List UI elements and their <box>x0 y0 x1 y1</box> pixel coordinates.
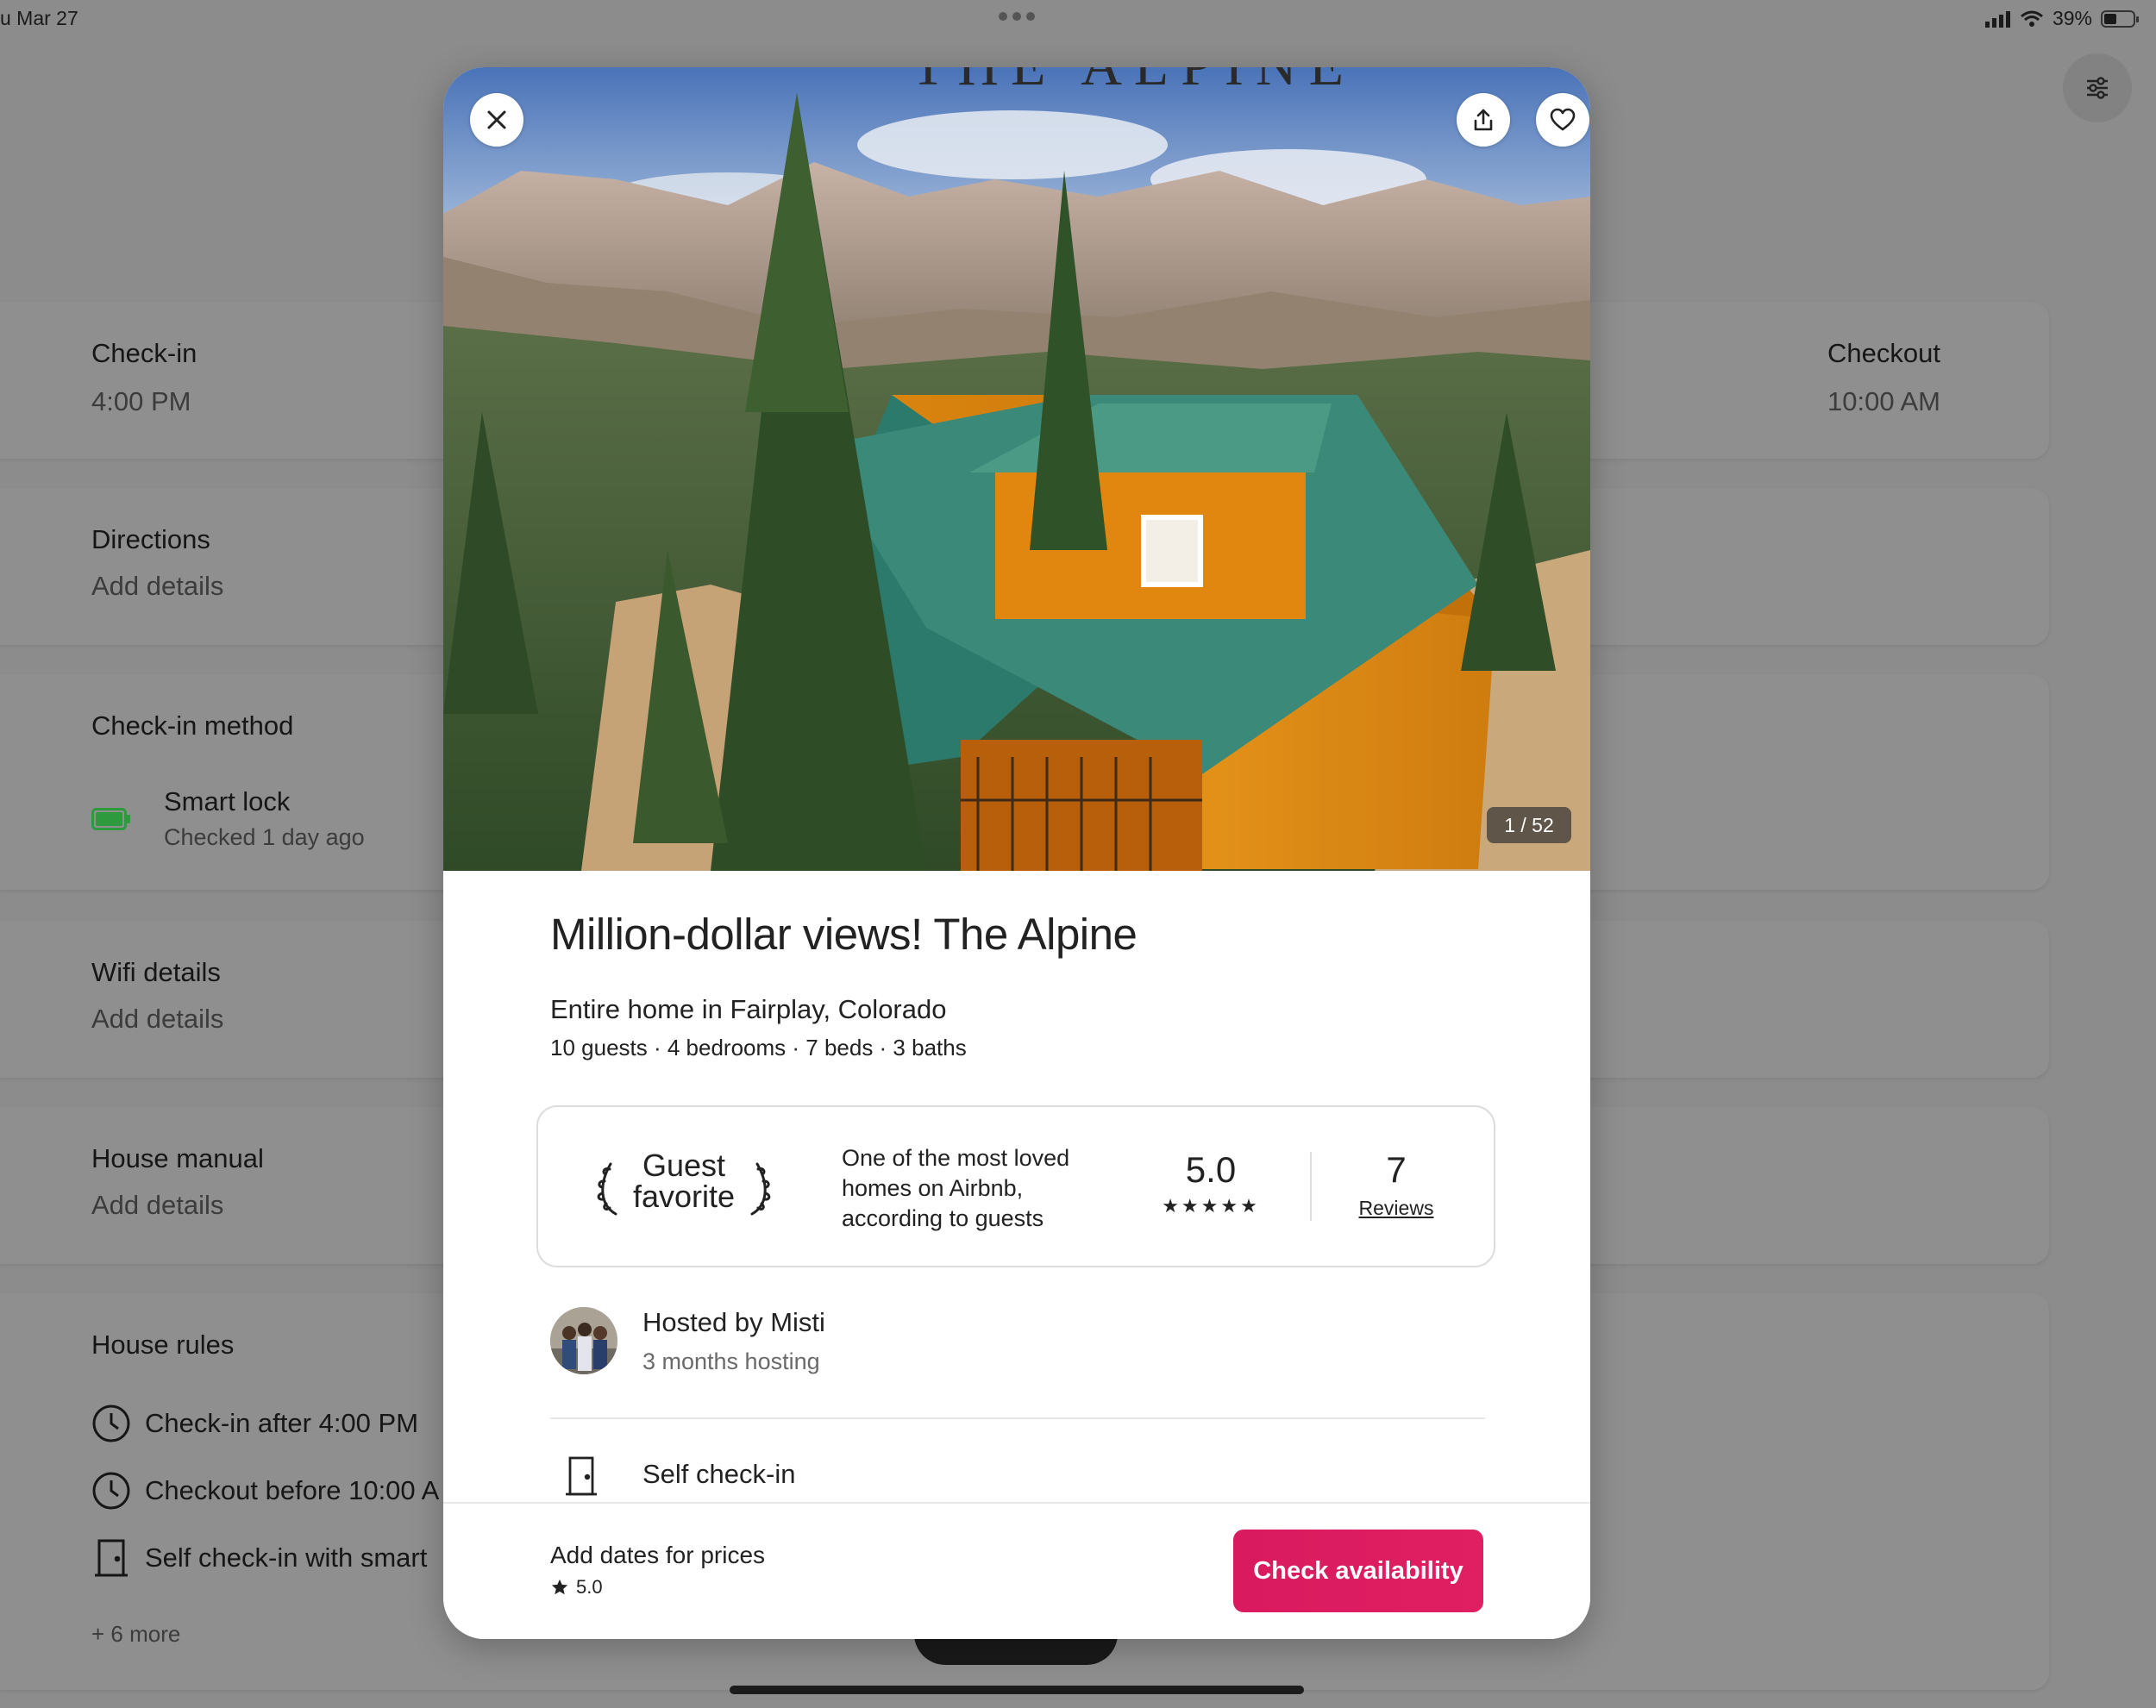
rules-more-link[interactable]: + 6 more <box>91 1621 180 1648</box>
photo-counter: 1 / 52 <box>1487 807 1571 843</box>
rule-check-in: Check-in after 4:00 PM <box>91 1404 418 1443</box>
battery-icon <box>2101 9 2139 28</box>
sliders-icon <box>2087 77 2108 99</box>
listing-meta: 10 guests · 4 bedrooms · 7 beds · 3 bath… <box>550 1035 967 1060</box>
smart-lock-label: Smart lock <box>164 786 291 816</box>
smart-lock-status: Checked 1 day ago <box>164 824 365 850</box>
battery-percent: 39% <box>2052 7 2092 29</box>
reviews-link[interactable]: Reviews <box>1349 1197 1444 1220</box>
guest-favorite-badge: Guest favorite <box>585 1150 783 1224</box>
rating-block: 5.0 ★★★★★ <box>1159 1150 1263 1217</box>
listing-modal: THE ALPINE <box>443 67 1590 1639</box>
close-icon <box>487 110 506 129</box>
share-icon <box>1474 109 1493 131</box>
wifi-icon <box>2020 10 2043 27</box>
rule-self-check-in: Self check-in with smart <box>91 1538 427 1578</box>
clock-icon <box>92 1472 130 1510</box>
reviews-block[interactable]: 7 Reviews <box>1349 1150 1444 1220</box>
filter-button[interactable] <box>2063 53 2132 122</box>
divider <box>550 1417 1485 1419</box>
guest-favorite-label: Guest favorite <box>632 1148 736 1214</box>
host-name: Hosted by Misti <box>642 1307 825 1337</box>
heart-icon <box>1550 108 1576 131</box>
clock-icon <box>92 1405 130 1442</box>
listing-title: Million-dollar views! The Alpine <box>550 910 1138 959</box>
footer-rating: 5.0 <box>550 1576 603 1599</box>
checkout-time: 10:00 AM <box>1827 386 1940 416</box>
cellular-signal-icon <box>1984 10 2010 28</box>
home-indicator[interactable] <box>730 1686 1304 1694</box>
directions-title: Directions <box>91 524 210 554</box>
check-in-title: Check-in <box>91 338 197 368</box>
door-icon <box>566 1456 597 1496</box>
laurel-right-icon <box>750 1162 771 1216</box>
battery-level-icon <box>91 808 130 830</box>
listing-subtitle: Entire home in Fairplay, Colorado <box>550 994 947 1024</box>
star-icon <box>551 1579 568 1595</box>
directions-value: Add details <box>91 571 224 601</box>
listing-photo[interactable]: THE ALPINE <box>443 67 1590 871</box>
wifi-title: Wifi details <box>91 957 221 987</box>
booking-footer: Add dates for prices 5.0 Check availabil… <box>443 1502 1590 1639</box>
rule-checkout: Checkout before 10:00 A <box>91 1471 439 1511</box>
house-manual-title: House manual <box>91 1143 264 1173</box>
share-button[interactable] <box>1457 93 1510 147</box>
check-availability-button[interactable]: Check availability <box>1233 1530 1483 1612</box>
host-avatar[interactable] <box>550 1307 617 1374</box>
rating-value: 5.0 <box>1185 1149 1237 1190</box>
guest-favorite-description: One of the most loved homes on Airbnb, a… <box>842 1145 1070 1231</box>
house-manual-value: Add details <box>91 1190 224 1220</box>
photo-sign-text: THE ALPINE <box>911 67 1356 97</box>
check-in-time: 4:00 PM <box>91 386 191 416</box>
save-button[interactable] <box>1536 93 1589 147</box>
check-in-method-title: Check-in method <box>91 710 294 741</box>
status-bar: u Mar 27 39% <box>0 0 2156 43</box>
host-duration: 3 months hosting <box>642 1348 820 1374</box>
laurel-left-icon <box>597 1162 617 1216</box>
status-indicators: 39% <box>1984 7 2139 30</box>
close-button[interactable] <box>470 93 523 147</box>
wifi-value: Add details <box>91 1004 224 1034</box>
status-date: u Mar 27 <box>0 7 78 29</box>
reviews-count: 7 <box>1386 1149 1407 1190</box>
door-icon <box>95 1539 128 1577</box>
star-rating-icons: ★★★★★ <box>1162 1195 1260 1217</box>
add-dates-text: Add dates for prices <box>550 1542 766 1568</box>
feature-self-check-in: Self check-in <box>642 1459 796 1489</box>
divider <box>1310 1152 1312 1221</box>
checkout-title: Checkout <box>1827 338 1940 368</box>
guest-favorite-card[interactable]: Guest favorite One of the most loved hom… <box>536 1105 1495 1267</box>
multitasking-dots[interactable] <box>999 12 1035 21</box>
house-rules-title: House rules <box>91 1329 235 1360</box>
